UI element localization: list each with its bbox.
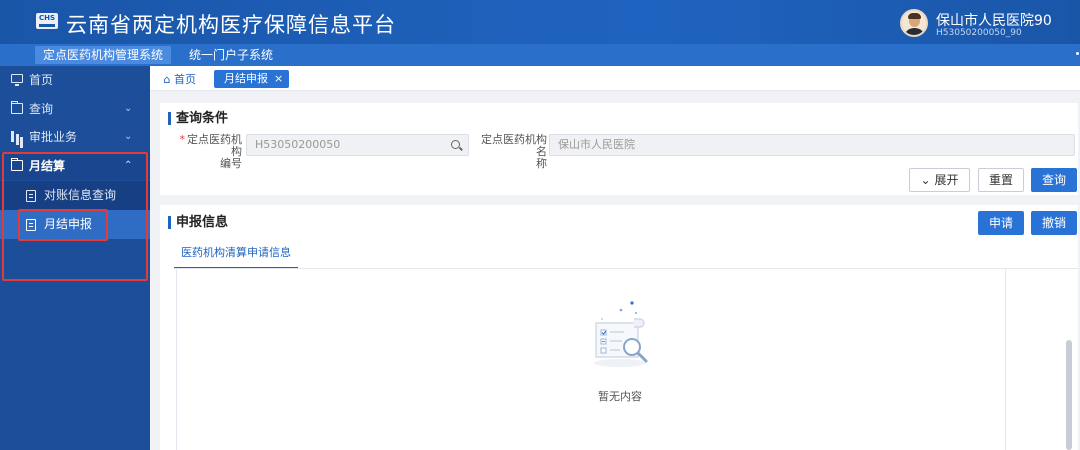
close-icon[interactable]: × bbox=[274, 72, 283, 85]
logo-sub-bar bbox=[39, 24, 55, 27]
chevron-down-icon: ⌄ bbox=[124, 131, 133, 142]
reset-button[interactable]: 重置 bbox=[978, 168, 1024, 192]
home-icon: ⌂ bbox=[163, 73, 171, 86]
tab-clearing-application-info[interactable]: 医药机构清算申请信息 bbox=[174, 243, 298, 269]
sidebar-item-query[interactable]: 查询 ⌄ bbox=[0, 95, 150, 123]
system-tab-unified-portal[interactable]: 统一门户子系统 bbox=[181, 46, 281, 64]
required-marker: * bbox=[179, 133, 186, 146]
query-panel-title: 查询条件 bbox=[168, 112, 228, 125]
institution-code-input[interactable]: H53050200050 bbox=[246, 134, 469, 156]
system-tab-pharmacy-management[interactable]: 定点医药机构管理系统 bbox=[35, 46, 172, 64]
highlight-box-monthly-declaration bbox=[18, 209, 108, 241]
top-header: CHS 云南省两定机构医疗保障信息平台 保山市人民医院90 H530502000… bbox=[0, 0, 1080, 44]
logo-text: CHS bbox=[38, 14, 56, 22]
institution-name-value: 保山市人民医院 bbox=[558, 138, 635, 151]
institution-name-input[interactable]: 保山市人民医院 bbox=[549, 134, 1075, 156]
chs-logo-icon: CHS bbox=[36, 13, 58, 29]
sidebar-item-approval[interactable]: 审批业务 ⌄ bbox=[0, 123, 150, 151]
user-avatar[interactable] bbox=[900, 9, 928, 37]
institution-code-value: H53050200050 bbox=[255, 138, 341, 151]
page-tab-bar: ⌂ 首页 月结申报 × bbox=[150, 66, 1080, 91]
sidebar-item-label: 审批业务 bbox=[29, 130, 78, 144]
institution-name-label: 定点医药机构名 称 bbox=[472, 134, 547, 170]
empty-state-icon bbox=[594, 301, 648, 367]
info-panel-title: 申报信息 bbox=[168, 216, 228, 229]
revoke-button[interactable]: 撤销 bbox=[1031, 211, 1077, 235]
chevron-down-icon: ⌄ bbox=[124, 103, 133, 114]
vertical-scrollbar[interactable] bbox=[1066, 340, 1072, 450]
tab-label: 月结申报 bbox=[224, 72, 268, 85]
query-button[interactable]: 查询 bbox=[1031, 168, 1077, 192]
tab-home-label: 首页 bbox=[174, 73, 196, 86]
chevron-down-icon: ⌄ bbox=[920, 173, 931, 187]
tab-home[interactable]: ⌂ 首页 bbox=[162, 71, 197, 87]
more-dot-icon[interactable] bbox=[1076, 52, 1079, 55]
user-code: H53050200050_90 bbox=[936, 28, 1022, 38]
sidebar-item-label: 首页 bbox=[29, 73, 54, 87]
label-line: 编号 bbox=[220, 157, 242, 170]
expand-label: 展开 bbox=[934, 173, 959, 187]
bar-chart-icon bbox=[11, 131, 23, 142]
expand-button[interactable]: ⌄ 展开 bbox=[909, 168, 970, 192]
empty-state-text: 暂无内容 bbox=[598, 390, 642, 403]
label-line: 定点医药机构名 bbox=[481, 133, 547, 158]
avatar-suit bbox=[904, 28, 925, 35]
search-icon[interactable] bbox=[451, 140, 460, 149]
apply-button[interactable]: 申请 bbox=[978, 211, 1024, 235]
label-line: 定点医药机构 bbox=[187, 133, 242, 158]
sidebar-item-label: 查询 bbox=[29, 102, 54, 116]
app-title: 云南省两定机构医疗保障信息平台 bbox=[66, 13, 396, 37]
tab-monthly-declaration[interactable]: 月结申报 × bbox=[214, 70, 290, 88]
avatar-hair bbox=[908, 13, 921, 19]
sidebar-item-home[interactable]: 首页 bbox=[0, 66, 150, 94]
institution-code-label: * 定点医药机构 编号 bbox=[170, 133, 243, 170]
folder-icon bbox=[10, 101, 23, 114]
query-panel: 查询条件 * 定点医药机构 编号 H53050200050 定点医药机构名 称 保… bbox=[160, 103, 1078, 195]
declaration-info-panel: 申报信息 申请 撤销 医药机构清算申请信息 暂无内容 bbox=[160, 205, 1078, 450]
user-name[interactable]: 保山市人民医院90 bbox=[936, 10, 1052, 30]
system-tab-bar: 定点医药机构管理系统 统一门户子系统 bbox=[0, 44, 1080, 66]
label-line: 称 bbox=[536, 157, 547, 170]
monitor-icon bbox=[11, 74, 23, 86]
